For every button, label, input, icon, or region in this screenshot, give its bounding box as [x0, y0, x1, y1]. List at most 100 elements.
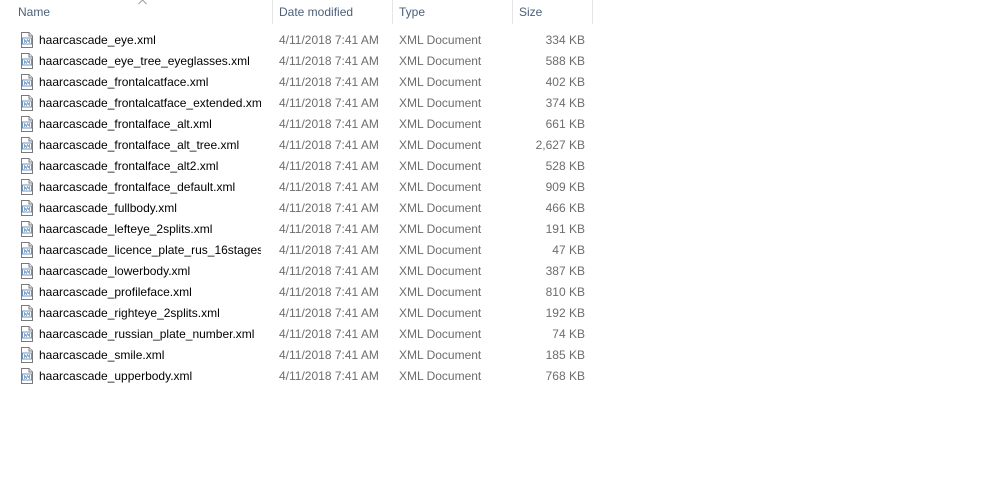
file-date-modified: 4/11/2018 7:41 AM — [279, 117, 379, 131]
file-type: XML Document — [399, 264, 482, 278]
xml-file-icon — [19, 74, 35, 90]
file-row[interactable]: haarcascade_frontalface_alt2.xml 4/11/20… — [0, 156, 594, 177]
file-name: haarcascade_frontalcatface.xml — [39, 75, 209, 89]
column-header-size[interactable]: Size — [513, 0, 593, 24]
xml-file-icon — [19, 137, 35, 153]
file-row[interactable]: haarcascade_smile.xml 4/11/2018 7:41 AM … — [0, 345, 594, 366]
file-size: 2,627 KB — [535, 138, 585, 152]
xml-file-icon — [19, 284, 35, 300]
file-row[interactable]: haarcascade_upperbody.xml 4/11/2018 7:41… — [0, 366, 594, 387]
file-size: 768 KB — [545, 369, 585, 383]
file-row[interactable]: haarcascade_eye_tree_eyeglasses.xml 4/11… — [0, 51, 594, 72]
file-row[interactable]: haarcascade_frontalface_default.xml 4/11… — [0, 177, 594, 198]
file-name: haarcascade_eye_tree_eyeglasses.xml — [39, 54, 250, 68]
xml-file-icon — [19, 200, 35, 216]
file-row[interactable]: haarcascade_licence_plate_rus_16stages.x… — [0, 240, 594, 261]
file-type: XML Document — [399, 243, 482, 257]
xml-file-icon — [19, 242, 35, 258]
xml-file-icon — [19, 116, 35, 132]
file-name: haarcascade_frontalface_alt.xml — [39, 117, 212, 131]
file-date-modified: 4/11/2018 7:41 AM — [279, 54, 379, 68]
xml-file-icon — [19, 368, 35, 384]
file-date-modified: 4/11/2018 7:41 AM — [279, 285, 379, 299]
file-name: haarcascade_frontalface_alt_tree.xml — [39, 138, 240, 152]
file-type: XML Document — [399, 33, 482, 47]
xml-file-icon — [19, 305, 35, 321]
file-row[interactable]: haarcascade_frontalcatface.xml 4/11/2018… — [0, 72, 594, 93]
file-row[interactable]: haarcascade_frontalface_alt_tree.xml 4/1… — [0, 135, 594, 156]
file-type: XML Document — [399, 285, 482, 299]
file-name: haarcascade_frontalcatface_extended.xml — [39, 96, 261, 110]
xml-file-icon — [19, 158, 35, 174]
file-type: XML Document — [399, 159, 482, 173]
file-row[interactable]: haarcascade_profileface.xml 4/11/2018 7:… — [0, 282, 594, 303]
file-date-modified: 4/11/2018 7:41 AM — [279, 306, 379, 320]
xml-file-icon — [19, 53, 35, 69]
file-size: 588 KB — [545, 54, 585, 68]
file-row[interactable]: haarcascade_russian_plate_number.xml 4/1… — [0, 324, 594, 345]
file-date-modified: 4/11/2018 7:41 AM — [279, 348, 379, 362]
file-date-modified: 4/11/2018 7:41 AM — [279, 138, 379, 152]
column-header-type[interactable]: Type — [393, 0, 513, 24]
file-date-modified: 4/11/2018 7:41 AM — [279, 327, 379, 341]
xml-file-icon — [19, 221, 35, 237]
file-date-modified: 4/11/2018 7:41 AM — [279, 180, 379, 194]
file-size: 334 KB — [545, 33, 585, 47]
file-date-modified: 4/11/2018 7:41 AM — [279, 75, 379, 89]
file-type: XML Document — [399, 54, 482, 68]
file-name: haarcascade_profileface.xml — [39, 285, 192, 299]
file-date-modified: 4/11/2018 7:41 AM — [279, 264, 379, 278]
column-divider[interactable] — [592, 0, 593, 24]
file-name: haarcascade_eye.xml — [39, 33, 156, 47]
file-size: 47 KB — [552, 243, 585, 257]
file-row[interactable]: haarcascade_fullbody.xml 4/11/2018 7:41 … — [0, 198, 594, 219]
xml-file-icon — [19, 326, 35, 342]
column-header-date-modified[interactable]: Date modified — [273, 0, 393, 24]
file-type: XML Document — [399, 117, 482, 131]
file-list: haarcascade_eye.xml 4/11/2018 7:41 AM XM… — [0, 30, 594, 387]
file-date-modified: 4/11/2018 7:41 AM — [279, 33, 379, 47]
file-name: haarcascade_frontalface_alt2.xml — [39, 159, 219, 173]
file-row[interactable]: haarcascade_frontalcatface_extended.xml … — [0, 93, 594, 114]
file-type: XML Document — [399, 201, 482, 215]
xml-file-icon — [19, 347, 35, 363]
file-date-modified: 4/11/2018 7:41 AM — [279, 243, 379, 257]
file-name: haarcascade_fullbody.xml — [39, 201, 177, 215]
file-size: 909 KB — [545, 180, 585, 194]
file-size: 74 KB — [552, 327, 585, 341]
file-name: haarcascade_licence_plate_rus_16stages.x — [39, 243, 261, 257]
file-type: XML Document — [399, 348, 482, 362]
file-row[interactable]: haarcascade_eye.xml 4/11/2018 7:41 AM XM… — [0, 30, 594, 51]
chevron-up-icon — [138, 0, 147, 5]
file-date-modified: 4/11/2018 7:41 AM — [279, 369, 379, 383]
file-name: haarcascade_smile.xml — [39, 348, 165, 362]
file-type: XML Document — [399, 180, 482, 194]
file-date-modified: 4/11/2018 7:41 AM — [279, 222, 379, 236]
file-size: 528 KB — [545, 159, 585, 173]
file-row[interactable]: haarcascade_frontalface_alt.xml 4/11/201… — [0, 114, 594, 135]
file-type: XML Document — [399, 369, 482, 383]
file-row[interactable]: haarcascade_righteye_2splits.xml 4/11/20… — [0, 303, 594, 324]
file-type: XML Document — [399, 306, 482, 320]
file-size: 374 KB — [545, 96, 585, 110]
file-size: 402 KB — [545, 75, 585, 89]
file-name: haarcascade_frontalface_default.xml — [39, 180, 236, 194]
xml-file-icon — [19, 32, 35, 48]
file-date-modified: 4/11/2018 7:41 AM — [279, 201, 379, 215]
file-size: 185 KB — [545, 348, 585, 362]
xml-file-icon — [19, 95, 35, 111]
file-row[interactable]: haarcascade_lefteye_2splits.xml 4/11/201… — [0, 219, 594, 240]
file-name: haarcascade_lowerbody.xml — [39, 264, 191, 278]
xml-file-icon — [19, 263, 35, 279]
file-size: 192 KB — [545, 306, 585, 320]
file-type: XML Document — [399, 75, 482, 89]
file-name: haarcascade_righteye_2splits.xml — [39, 306, 220, 320]
file-date-modified: 4/11/2018 7:41 AM — [279, 96, 379, 110]
file-row[interactable]: haarcascade_lowerbody.xml 4/11/2018 7:41… — [0, 261, 594, 282]
file-size: 387 KB — [545, 264, 585, 278]
file-type: XML Document — [399, 138, 482, 152]
file-name: haarcascade_russian_plate_number.xml — [39, 327, 255, 341]
file-name: haarcascade_lefteye_2splits.xml — [39, 222, 213, 236]
file-size: 810 KB — [545, 285, 585, 299]
column-header-name[interactable]: Name — [0, 0, 273, 24]
